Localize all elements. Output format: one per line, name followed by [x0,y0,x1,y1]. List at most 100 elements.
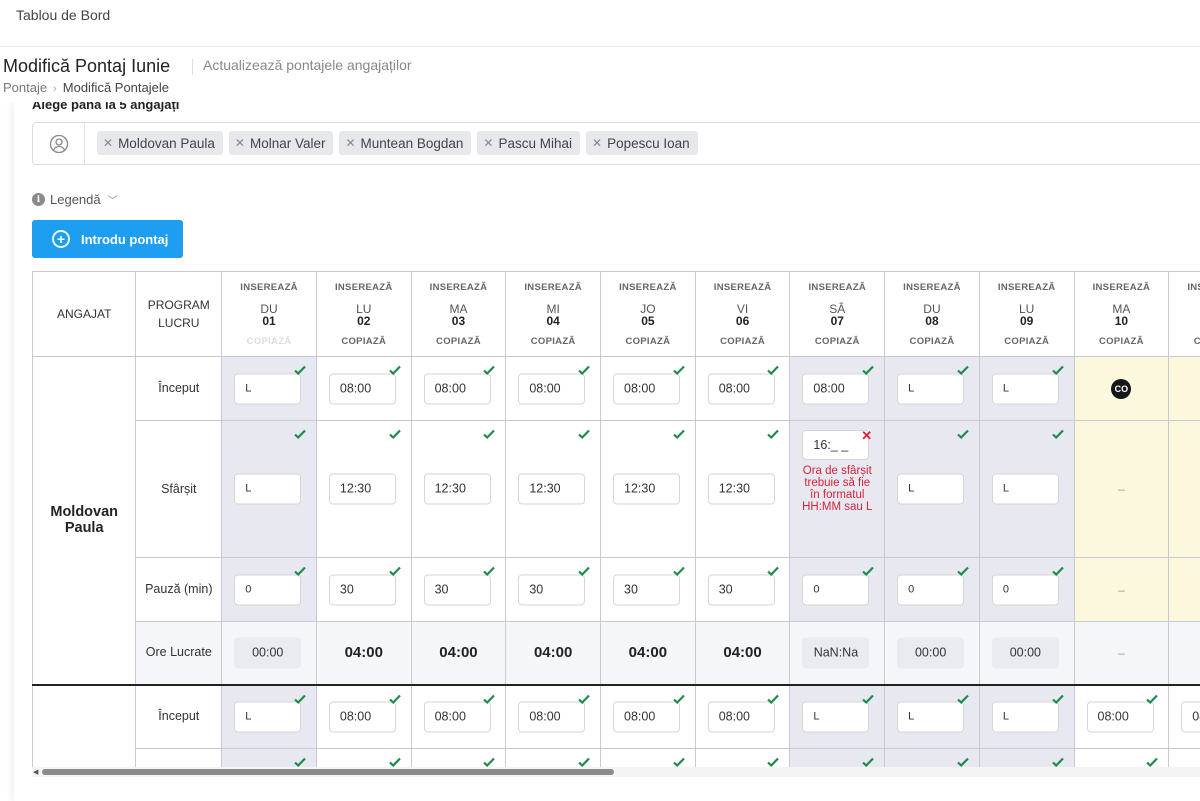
hours-cell: 00:00 [978,621,1075,685]
break-input[interactable]: 30 [707,574,775,605]
copy-link[interactable]: COPIAZĂ [790,336,884,347]
employee-multiselect[interactable]: ✕ Moldovan Paula ✕ Molnar Valer ✕ Muntean B… [32,122,1200,165]
leave-badge[interactable]: CO [1111,378,1132,399]
insert-link[interactable]: INSEREAZĂ [790,282,884,293]
copy-link[interactable]: COPIAZĂ [696,336,790,347]
end-input[interactable]: 12:30 [707,473,775,505]
start-input[interactable]: 08:00 [802,373,870,404]
leave-cell: CO [1073,356,1170,421]
start-input[interactable]: 08:00 [707,373,775,404]
start-input[interactable]: L [991,701,1059,733]
employee-name-cell [32,683,137,767]
start-input[interactable]: L [234,373,302,404]
break-input[interactable]: 30 [613,574,681,605]
end-cell: 12:30 [505,420,602,558]
hours-cell: 04:00 [315,621,412,685]
start-input[interactable]: L [802,701,870,733]
employee-chip: ✕ Moldovan Paula [97,131,223,155]
break-cell: 30 [694,557,791,622]
break-input[interactable]: 0 [991,574,1059,605]
leave-cell: – [1168,557,1200,622]
remove-icon[interactable]: ✕ [592,136,602,150]
day-header: INSEREAZĂ DU 08 COPIAZĂ [884,271,980,357]
start-input[interactable]: 08:00 [423,701,491,733]
end-input[interactable]: L [897,473,965,505]
end-cell: L [884,420,980,558]
copy-link[interactable]: COPIAZĂ [317,336,411,347]
copy-link[interactable]: COPIAZĂ [1169,336,1200,347]
start-cell: 08:00 [600,356,696,421]
copy-link[interactable]: COPIAZĂ [601,336,695,347]
end-cell: 12:30 [694,420,791,558]
insert-link[interactable]: INSEREAZĂ [696,282,790,293]
scroll-left-icon[interactable]: ◀ [33,768,38,776]
timesheet-grid[interactable]: ANGAJAT PROGRAM LUCRU INSEREAZĂ DU 01 COPIA… [32,271,1200,767]
insert-link[interactable]: INSEREAZĂ [222,282,316,293]
insert-link[interactable]: INSEREAZĂ [506,282,600,293]
break-input[interactable]: 30 [328,574,396,605]
dashboard-title[interactable]: Tablou de Bord [16,7,110,23]
end-input[interactable]: 12:30 [423,473,491,505]
insert-link[interactable]: INSEREAZĂ [317,282,411,293]
insert-link[interactable]: INSEREAZĂ [1169,282,1200,293]
start-input[interactable]: 08:00 [613,373,681,404]
insert-link[interactable]: INSEREAZĂ [1075,282,1169,293]
remove-icon[interactable]: ✕ [345,136,355,150]
employee-chip: ✕ Pascu Mihai [477,131,580,155]
insert-link[interactable]: INSEREAZĂ [885,282,979,293]
end-input[interactable]: 12:30 [613,473,681,505]
copy-link[interactable]: COPIAZĂ [1075,336,1169,347]
breadcrumb-link-pontaje[interactable]: Pontaje [3,80,47,95]
legend-toggle[interactable]: i Legendă ﹀ [32,192,118,207]
end-input[interactable]: L [991,473,1059,505]
break-input[interactable]: 0 [802,574,870,605]
remove-icon[interactable]: ✕ [235,136,245,150]
check-icon [956,755,970,767]
end-cell [1073,748,1170,767]
hours-value: NaN:Na [802,637,870,669]
break-input[interactable]: 0 [234,574,302,605]
start-cell: L [221,356,317,421]
start-input[interactable]: 08:00 [518,373,586,404]
break-cell: 0 [221,557,317,622]
end-input[interactable]: 12:30 [518,473,586,505]
start-input[interactable]: L [234,701,302,733]
horizontal-scrollbar[interactable]: ◀ [32,767,1200,777]
break-cell: 0 [978,557,1075,622]
header-program: PROGRAM LUCRU [135,271,223,357]
insert-link[interactable]: INSEREAZĂ [412,282,506,293]
end-input[interactable]: 16:_ _ [802,430,870,460]
start-cell: L [221,683,317,749]
start-input[interactable]: 08:00 [1086,701,1154,733]
start-input[interactable]: 08:00 [613,701,681,733]
start-input[interactable]: 08:00 [518,701,586,733]
remove-icon[interactable]: ✕ [483,136,493,150]
copy-link[interactable]: COPIAZĂ [885,336,979,347]
insert-link[interactable]: INSEREAZĂ [980,282,1074,293]
start-input[interactable]: L [897,701,965,733]
break-input[interactable]: 30 [518,574,586,605]
copy-link[interactable]: COPIAZĂ [980,336,1074,347]
end-input[interactable]: 12:30 [328,473,396,505]
end-cell: 12:30 [315,420,412,558]
start-input[interactable]: 08:00 [328,701,396,733]
remove-icon[interactable]: ✕ [103,136,113,150]
start-input[interactable]: 08:00 [1181,701,1200,733]
check-icon [861,755,875,767]
chip-label: Muntean Bogdan [360,135,464,151]
check-icon [577,692,591,706]
break-input[interactable]: 0 [897,574,965,605]
start-input[interactable]: L [897,373,965,404]
start-input[interactable]: L [991,373,1059,404]
scrollbar-thumb[interactable] [42,769,614,775]
insert-link[interactable]: INSEREAZĂ [601,282,695,293]
start-input[interactable]: 08:00 [328,373,396,404]
start-cell: 08:00 [410,356,507,421]
copy-link[interactable]: COPIAZĂ [412,336,506,347]
start-input[interactable]: 08:00 [707,701,775,733]
break-input[interactable]: 30 [423,574,491,605]
start-input[interactable]: 08:00 [423,373,491,404]
copy-link[interactable]: COPIAZĂ [506,336,600,347]
add-timesheet-button[interactable]: + Introdu pontaj [32,220,183,258]
end-input[interactable]: L [234,473,302,505]
